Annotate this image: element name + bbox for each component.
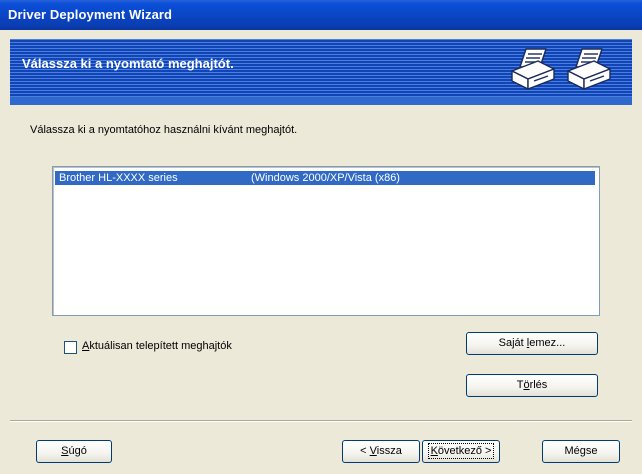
wizard-window: Driver Deployment Wizard Válassza ki a n… xyxy=(0,0,642,474)
page-heading: Válassza ki a nyomtató meghajtót. xyxy=(22,56,234,71)
installed-drivers-checkbox[interactable] xyxy=(64,341,77,354)
header-banner: Válassza ki a nyomtató meghajtót. xyxy=(10,39,632,104)
button-separator xyxy=(10,420,632,422)
back-button[interactable]: < Vissza xyxy=(342,440,420,463)
window-title: Driver Deployment Wizard xyxy=(8,7,173,22)
printer-icon xyxy=(511,48,555,90)
have-disk-button[interactable]: Saját lemez... xyxy=(466,332,598,355)
help-button[interactable]: Súgó xyxy=(36,440,112,463)
cancel-button[interactable]: Mégse xyxy=(542,440,620,463)
driver-list-item[interactable]: Brother HL-XXXX series (Windows 2000/XP/… xyxy=(55,171,595,185)
next-button[interactable]: Következő > xyxy=(422,440,500,463)
driver-listbox[interactable]: Brother HL-XXXX series (Windows 2000/XP/… xyxy=(52,166,600,316)
driver-name: Brother HL-XXXX series xyxy=(59,172,178,184)
driver-platform: (Windows 2000/XP/Vista (x86) xyxy=(251,172,400,184)
instruction-text: Válassza ki a nyomtatóhoz használni kívá… xyxy=(30,124,298,136)
printer-icon xyxy=(567,48,611,90)
installed-drivers-label[interactable]: Aktuálisan telepített meghajtók xyxy=(82,340,232,352)
banner-divider xyxy=(10,97,632,105)
title-bar[interactable]: Driver Deployment Wizard xyxy=(0,0,642,30)
delete-button[interactable]: Törlés xyxy=(466,374,598,397)
